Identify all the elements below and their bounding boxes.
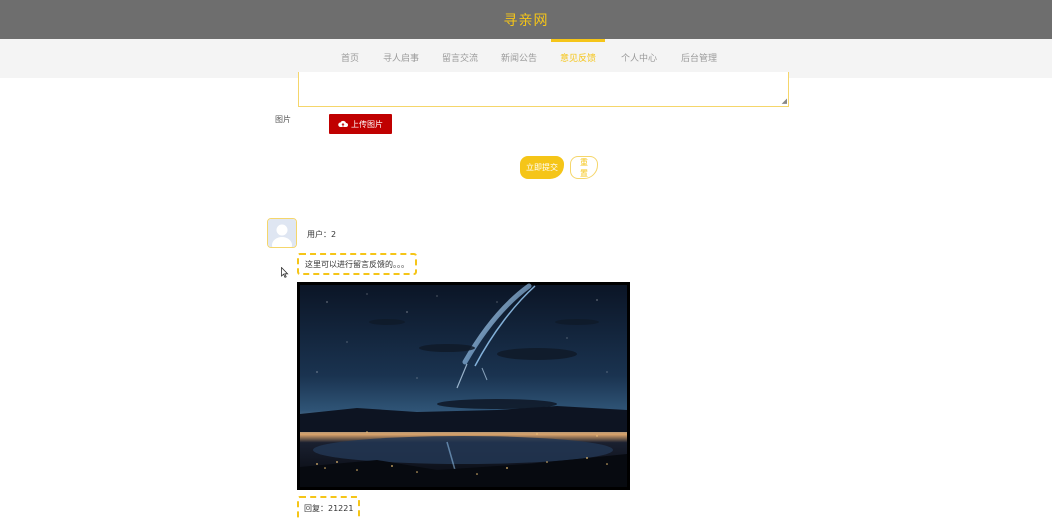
upload-button-label: 上传图片 <box>351 119 383 129</box>
user-avatar-icon <box>268 219 296 247</box>
site-title: 寻亲网 <box>503 12 549 29</box>
feedback-image <box>297 282 630 490</box>
feedback-content: 这里可以进行留言反馈的。。。 <box>297 253 417 275</box>
feedback-username: 用户：2 <box>307 230 337 239</box>
image-label: 图片 <box>275 115 291 124</box>
feedback-reply: 回复：21221 <box>297 496 361 519</box>
cloud-upload-icon <box>338 120 348 127</box>
upload-image-button[interactable]: 上传图片 <box>329 114 392 134</box>
site-header: 寻亲网 <box>0 0 1052 39</box>
resize-grip-icon[interactable]: ◢ <box>782 98 787 105</box>
feedback-textarea[interactable]: ◢ <box>298 72 789 107</box>
submit-button[interactable]: 立即提交 <box>520 156 564 179</box>
mouse-cursor-icon <box>281 267 289 278</box>
reset-button[interactable]: 重置 <box>570 156 598 179</box>
night-sky-comet-image <box>300 283 627 487</box>
avatar <box>267 218 297 248</box>
